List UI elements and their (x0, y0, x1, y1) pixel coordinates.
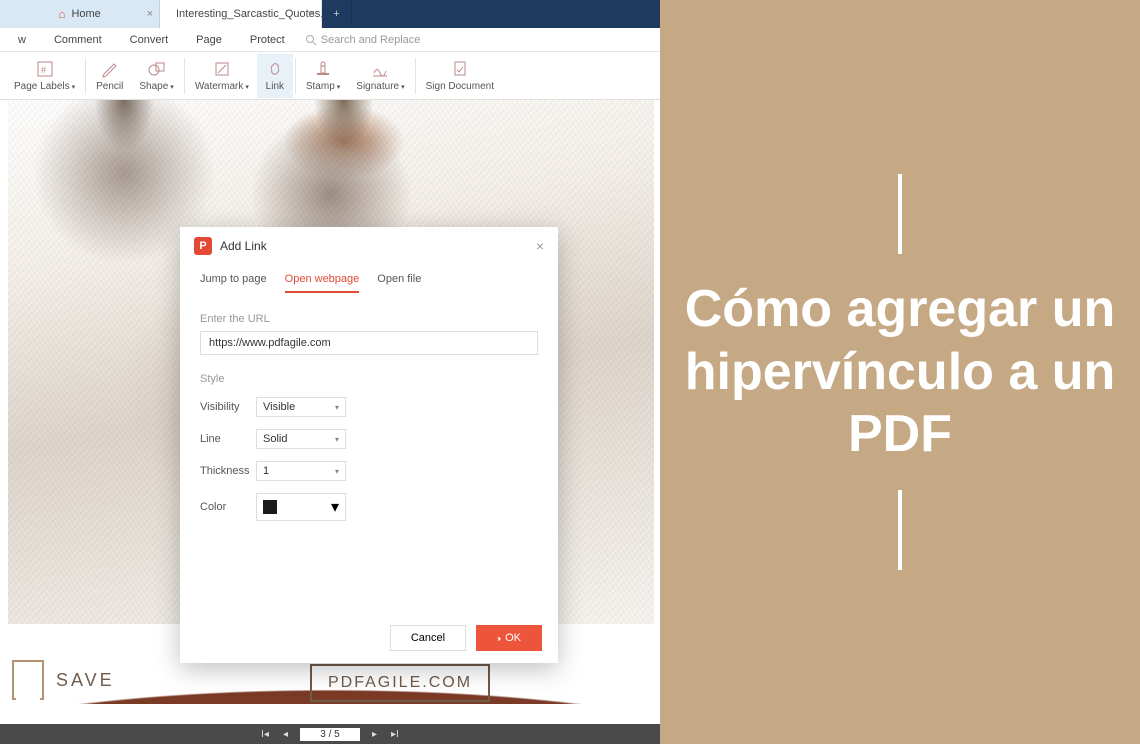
color-swatch (263, 500, 277, 514)
tab-document[interactable]: Interesting_Sarcastic_Quotes... × (160, 0, 322, 28)
dialog-title: Add Link (220, 239, 536, 253)
title-tab-bar: ⌂ Home × Interesting_Sarcastic_Quotes...… (0, 0, 660, 28)
signature-button[interactable]: Signature▾ (348, 54, 412, 98)
toolbar: # Page Labels▾ Pencil Shape▾ Watermark▾ … (0, 52, 660, 100)
divider-line (898, 490, 902, 570)
sign-document-button[interactable]: Sign Document (418, 54, 502, 98)
search-input[interactable]: Search and Replace (305, 34, 421, 46)
svg-text:#: # (41, 65, 46, 75)
prev-page-button[interactable]: ◂ (281, 729, 290, 740)
watermark-icon (212, 59, 232, 79)
watermark-button[interactable]: Watermark▾ (187, 54, 257, 98)
visibility-select[interactable]: Visible▾ (256, 397, 346, 417)
visibility-label: Visibility (200, 401, 256, 413)
menu-bar: w Comment Convert Page Protect Search an… (0, 28, 660, 52)
tab-jump-to-page[interactable]: Jump to page (200, 273, 267, 293)
chevron-down-icon: ▾ (335, 403, 339, 412)
last-page-button[interactable]: ▸I (389, 729, 401, 740)
separator (295, 58, 296, 94)
close-icon[interactable]: × (147, 8, 153, 20)
link-icon (265, 59, 285, 79)
chevron-down-icon: ▾ (401, 83, 405, 91)
chevron-down-icon: ▾ (245, 83, 249, 91)
divider-line (898, 174, 902, 254)
chevron-down-icon: ▾ (335, 467, 339, 476)
pdf-app-window: ⌂ Home × Interesting_Sarcastic_Quotes...… (0, 0, 660, 744)
chevron-icon: ››› (497, 634, 499, 643)
chevron-down-icon: ▾ (337, 83, 341, 91)
close-icon[interactable]: × (536, 238, 544, 254)
tab-doc-label: Interesting_Sarcastic_Quotes... (176, 8, 329, 20)
chevron-down-icon: ▾ (170, 83, 174, 91)
tab-open-webpage[interactable]: Open webpage (285, 273, 360, 293)
search-icon (305, 34, 317, 46)
tab-home-label: Home (71, 8, 100, 20)
separator (184, 58, 185, 94)
sign-document-icon (450, 59, 470, 79)
signature-icon (370, 59, 390, 79)
page-number-input[interactable] (300, 728, 360, 741)
dialog-footer: Cancel ›››OK (180, 613, 558, 663)
tab-open-file[interactable]: Open file (377, 273, 421, 293)
color-select[interactable]: ▾ (256, 493, 346, 521)
url-input[interactable] (200, 331, 538, 355)
next-page-button[interactable]: ▸ (370, 729, 379, 740)
stamp-button[interactable]: Stamp▾ (298, 54, 348, 98)
link-button[interactable]: Link (257, 54, 293, 98)
page-labels-button[interactable]: # Page Labels▾ (6, 54, 83, 98)
dialog-tabs: Jump to page Open webpage Open file (180, 265, 558, 293)
chevron-down-icon: ▾ (331, 497, 339, 517)
banner-headline: Cómo agregar un hipervínculo a un PDF (684, 278, 1116, 465)
cancel-button[interactable]: Cancel (390, 625, 466, 651)
menu-item-page[interactable]: Page (182, 34, 236, 46)
chevron-down-icon: ▾ (72, 83, 76, 91)
pencil-button[interactable]: Pencil (88, 54, 131, 98)
domain-badge: PDFAGILE.COM (310, 664, 490, 702)
app-icon: P (194, 237, 212, 255)
menu-item-convert[interactable]: Convert (116, 34, 183, 46)
shape-icon (147, 59, 167, 79)
page-labels-icon: # (35, 59, 55, 79)
separator (85, 58, 86, 94)
add-link-dialog: P Add Link × Jump to page Open webpage O… (180, 227, 558, 663)
menu-item-comment[interactable]: Comment (40, 34, 116, 46)
first-page-button[interactable]: I◂ (259, 729, 271, 740)
tab-home[interactable]: ⌂ Home × (0, 0, 160, 28)
style-label: Style (200, 373, 538, 385)
dialog-body: Enter the URL Style Visibility Visible▾ … (180, 293, 558, 613)
menu-item-protect[interactable]: Protect (236, 34, 299, 46)
stamp-icon (313, 59, 333, 79)
chevron-down-icon: ▾ (335, 435, 339, 444)
thickness-select[interactable]: 1▾ (256, 461, 346, 481)
shape-button[interactable]: Shape▾ (131, 54, 181, 98)
menu-item[interactable]: w (4, 34, 40, 46)
thickness-label: Thickness (200, 465, 256, 477)
close-icon[interactable]: × (309, 8, 315, 20)
line-select[interactable]: Solid▾ (256, 429, 346, 449)
color-label: Color (200, 501, 256, 513)
side-banner: Cómo agregar un hipervínculo a un PDF (660, 0, 1140, 744)
home-icon: ⌂ (58, 7, 65, 21)
page-navigator: I◂ ◂ ▸ ▸I (0, 724, 660, 744)
separator (415, 58, 416, 94)
save-label: SAVE (56, 670, 115, 691)
dialog-header: P Add Link × (180, 227, 558, 265)
url-label: Enter the URL (200, 313, 538, 325)
search-placeholder: Search and Replace (321, 34, 421, 46)
ok-button[interactable]: ›››OK (476, 625, 542, 651)
bookmark-icon (12, 660, 44, 700)
line-label: Line (200, 433, 256, 445)
pencil-icon (100, 59, 120, 79)
